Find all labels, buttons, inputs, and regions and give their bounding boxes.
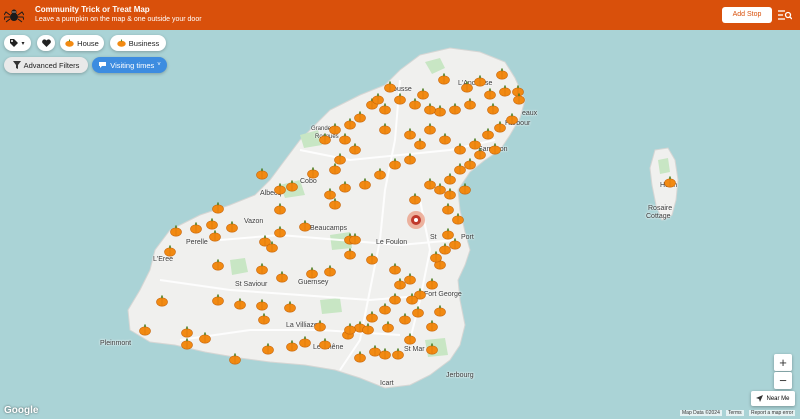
favorites-filter-button[interactable] [37,35,55,51]
place-label: St Saviour [235,281,268,288]
place-label: Fort George [424,291,462,298]
place-label: Albecq [260,190,282,197]
spider-logo-icon [4,9,24,23]
place-label: Sampson [478,146,508,153]
place-label: L'Ancresse [458,80,493,87]
report-map-error-link[interactable]: Report a map error [749,410,796,416]
place-label: Le Foulon [376,239,408,246]
heart-icon [41,39,51,47]
place-label: Perelle [186,239,208,246]
pumpkin-icon [117,39,126,47]
guernsey-island [127,47,526,389]
place-label: Rosaire [648,205,673,212]
house-filter-button[interactable]: House [60,35,104,51]
place-label: Rocques [315,134,339,140]
place-label: Jerbourg [446,372,474,379]
place-label: St Mar [404,346,425,353]
advanced-filters-label: Advanced Filters [23,60,80,70]
place-label: eaux [522,110,538,117]
add-stop-button[interactable]: Add Stop [722,7,772,23]
place-label: Pleinmont [100,340,132,347]
pumpkin-icon [65,39,74,47]
place-label: Rousse [388,86,412,93]
current-location-marker-icon[interactable] [406,210,426,230]
place-label: Port [461,234,474,241]
business-filter-label: Business [128,38,160,48]
place-label: Cobo [300,178,317,185]
place-label: La Villiaze [286,322,318,329]
place-label: Guernsey [298,279,329,286]
place-label: Icart [380,380,394,387]
visiting-times-button[interactable]: Visiting times ˅ [92,57,167,73]
place-label: Vazon [244,218,264,225]
chevron-down-icon: ˅ [157,62,161,68]
place-label: Herm [660,182,678,189]
place-label: Beaucamps [310,225,347,232]
terms-link[interactable]: Terms [726,410,744,416]
map-canvas[interactable]: Rousse L'Ancresse eaux Harbour Grandes R… [0,30,800,419]
app-subtitle: Leave a pumpkin on the map & one outside… [35,16,202,23]
near-me-button[interactable]: Near Me [751,391,795,406]
place-label: L'Eree [153,256,174,263]
tag-filter-dropdown[interactable]: ▾ [4,35,31,51]
filter-funnel-icon [12,61,21,69]
near-me-label: Near Me [766,395,790,402]
place-label: Harbour [505,120,531,127]
app-header: Community Trick or Treat Map Leave a pum… [0,0,800,30]
chat-bubble-icon [99,62,107,68]
business-filter-button[interactable]: Business [110,35,166,51]
place-label: Grandes [311,126,335,132]
house-filter-label: House [77,38,99,48]
zoom-in-button[interactable]: + [774,354,792,371]
location-arrow-icon [756,395,764,402]
place-label: Cottage [646,213,671,220]
advanced-filters-button[interactable]: Advanced Filters [4,57,88,73]
tag-icon [10,39,19,47]
zoom-out-button[interactable]: − [774,372,792,389]
place-label: Le Chêne [313,344,344,351]
place-label: St [430,234,437,241]
map-data-attribution: Map Data ©2024 [680,410,722,416]
visiting-times-label: Visiting times [110,60,155,70]
menu-search-icon[interactable] [778,9,792,21]
dropdown-caret-icon: ▾ [21,40,25,47]
app-title: Community Trick or Treat Map [35,5,150,14]
google-logo: Google [4,405,39,416]
